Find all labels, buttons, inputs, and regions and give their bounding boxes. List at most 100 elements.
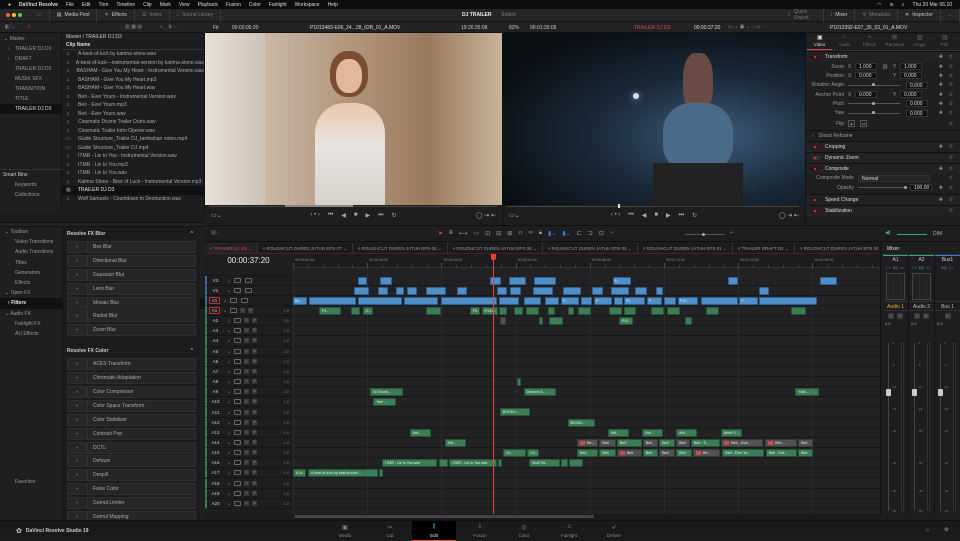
composite-mode-dropdown[interactable]: Normal xyxy=(858,174,930,182)
video-clip[interactable] xyxy=(701,296,738,305)
solo-button[interactable]: S xyxy=(244,328,250,334)
audio-clip[interactable]: Nl Sound... xyxy=(370,388,403,397)
loop-button[interactable]: ↻ xyxy=(392,212,397,219)
video-clip[interactable] xyxy=(377,286,388,295)
audio-clip[interactable]: Artist O... xyxy=(720,428,743,437)
position-y-field[interactable]: 0.000 xyxy=(900,72,922,80)
video-clip[interactable]: P... xyxy=(561,296,580,305)
snapping-icon[interactable]: ∩ xyxy=(518,230,522,237)
effect-item[interactable]: ◐ Mosaic Blur xyxy=(67,296,196,309)
clip-list-item[interactable]: ♫ Wolf Samuels - Countdown to Destruction… xyxy=(62,195,204,204)
cropping-toggle[interactable] xyxy=(812,144,820,149)
mute-button[interactable]: M xyxy=(252,358,258,364)
panel-toggle-icon[interactable]: ◧ ⌄ xyxy=(5,24,15,30)
dy-button[interactable]: DY xyxy=(949,264,954,272)
track-header-a17[interactable]: A17 🔒︎ S M 1.0 xyxy=(205,468,292,479)
track-visibility-icon[interactable] xyxy=(245,277,253,283)
video-clip[interactable]: P1... xyxy=(623,296,646,305)
audio-clip[interactable]: Beö xyxy=(659,438,675,447)
audio-clip[interactable]: Cri... xyxy=(502,449,526,458)
video-clip[interactable] xyxy=(664,296,677,305)
apple-icon[interactable]: ● xyxy=(8,2,11,8)
auto-select-icon[interactable] xyxy=(234,429,242,435)
audio-clip[interactable]: Beö xyxy=(659,449,675,458)
auto-select-icon[interactable] xyxy=(234,358,242,364)
clip-list-item[interactable]: ▦ TRAILER DJ D3 xyxy=(62,186,204,195)
lock-icon[interactable]: 🔒︎ xyxy=(228,481,230,486)
mute-button[interactable]: M xyxy=(252,429,258,435)
video-clip[interactable] xyxy=(353,286,370,295)
mute-button[interactable]: M xyxy=(252,450,258,456)
audio-clip[interactable]: Beö xyxy=(577,449,598,458)
anchor-y-field[interactable]: 0.000 xyxy=(900,91,922,99)
quick-export-button[interactable]: ⇪ Quick Export xyxy=(780,8,824,22)
viewer-mode-icon[interactable]: ▭⌄ xyxy=(211,212,222,219)
pitch-field[interactable]: 0.000 xyxy=(906,100,928,108)
clip-list-item[interactable]: ♫ ITMR - Lie to You.mp3 xyxy=(62,161,204,170)
clip-list-item[interactable]: ♫ BASHAM - Give You My Heart.mp3 xyxy=(62,76,204,85)
effect-item[interactable]: ◐ ACES Transform xyxy=(67,358,196,371)
effect-item[interactable]: ◐ Color Stabilizer xyxy=(67,413,196,426)
track-header-a12[interactable]: A12 🔒︎ S M 1.0 xyxy=(205,417,292,428)
chevron-down-icon[interactable]: ⌄ xyxy=(247,246,252,251)
audio-clip[interactable]: Beö xyxy=(676,438,690,447)
chevron-down-icon[interactable]: ⌄ xyxy=(437,246,442,251)
fader-track[interactable] xyxy=(914,343,915,511)
clip-list-item[interactable]: ♫ BASHAM - Give You My Heart - Instrument… xyxy=(62,67,204,76)
menu-trim[interactable]: Trim xyxy=(99,2,109,8)
lock-icon[interactable]: 🔒︎ xyxy=(228,328,230,333)
zoom-out-icon[interactable]: − xyxy=(610,230,614,237)
auto-select-icon[interactable] xyxy=(230,297,238,303)
inspector-tab-file[interactable]: ▤ File xyxy=(932,33,957,50)
video-clip[interactable] xyxy=(490,276,501,285)
mute-button[interactable]: M xyxy=(252,439,258,445)
zoom-detail-icon[interactable]: ⊐ xyxy=(588,230,593,237)
view-mode-icons[interactable]: ▥ ▦ ▤ xyxy=(125,24,142,30)
solo-button[interactable]: S xyxy=(244,470,250,476)
audio-clip[interactable]: Yael ... xyxy=(795,388,819,397)
yaw-slider[interactable] xyxy=(848,111,900,115)
audio-clip[interactable] xyxy=(609,306,622,315)
close-window-button[interactable] xyxy=(6,13,10,17)
speed-change-toggle[interactable] xyxy=(812,198,820,203)
bin-item[interactable]: MUSIK SFX xyxy=(0,74,61,84)
track-name[interactable]: A12 xyxy=(207,420,224,425)
auto-select-icon[interactable] xyxy=(234,439,242,445)
timeline-timecode-display[interactable]: 00:00:37:20 xyxy=(205,254,292,268)
fit-dropdown[interactable]: Fit xyxy=(213,25,219,31)
video-clip[interactable] xyxy=(533,286,553,295)
track-name[interactable]: A6 xyxy=(207,359,224,364)
track-header-a9[interactable]: A9 🔒︎ S M 2.0 xyxy=(205,387,292,398)
audio-clip[interactable]: Yael ... xyxy=(373,398,397,407)
track-header-a13[interactable]: A13 🔒︎ S M 1.0 xyxy=(205,427,292,438)
lock-icon[interactable]: 🔒︎ xyxy=(228,389,230,394)
audio-level-icon[interactable]: ◀) xyxy=(885,230,891,236)
menu-edit[interactable]: Edit xyxy=(82,2,91,8)
mute-button[interactable]: M xyxy=(252,368,258,374)
page-tab-fairlight[interactable]: ♫ Fairlight xyxy=(547,521,591,541)
source-timecode[interactable]: 00:00:05:20 xyxy=(232,25,258,31)
chevron-down-icon[interactable]: ⌄ xyxy=(784,246,789,251)
track-header-a7[interactable]: A7 🔒︎ S M 2.0 xyxy=(205,366,292,377)
solo-button[interactable]: S xyxy=(244,500,250,506)
bin-item[interactable]: TRAILER DJ D2 xyxy=(0,64,61,74)
mute-button[interactable]: M xyxy=(252,328,258,334)
lock-icon[interactable]: 🔒︎ xyxy=(539,230,542,237)
timeline-tab[interactable]: × ROUGHCUT DUREN JATUH EPS 07 ⌄ xyxy=(258,243,353,253)
lock-icon[interactable]: 🔒︎ xyxy=(228,359,230,364)
mute-button[interactable]: M xyxy=(252,419,258,425)
solo-button[interactable]: S xyxy=(240,308,246,313)
track-header-a14[interactable]: A14 🔒︎ S M 1.0 xyxy=(205,437,292,449)
channel-name[interactable]: Audio 1 xyxy=(883,301,908,311)
auto-select-icon[interactable] xyxy=(234,480,242,486)
lock-icon[interactable]: 🔒︎ xyxy=(228,460,230,465)
track-header-a15[interactable]: A15 🔒︎ S M 1.0 xyxy=(205,448,292,459)
solo-button[interactable]: S xyxy=(244,389,250,395)
favorites-heading[interactable]: Favorites xyxy=(10,477,36,487)
lock-icon[interactable]: 🔒︎ xyxy=(228,450,230,455)
auto-select-icon[interactable] xyxy=(234,328,242,334)
video-clip[interactable]: P10... xyxy=(677,296,699,305)
inspector-button[interactable]: ✕ Inspector xyxy=(898,8,941,22)
stop-button[interactable]: ■ xyxy=(354,212,358,218)
audio-clip[interactable]: Arti... xyxy=(642,428,663,437)
